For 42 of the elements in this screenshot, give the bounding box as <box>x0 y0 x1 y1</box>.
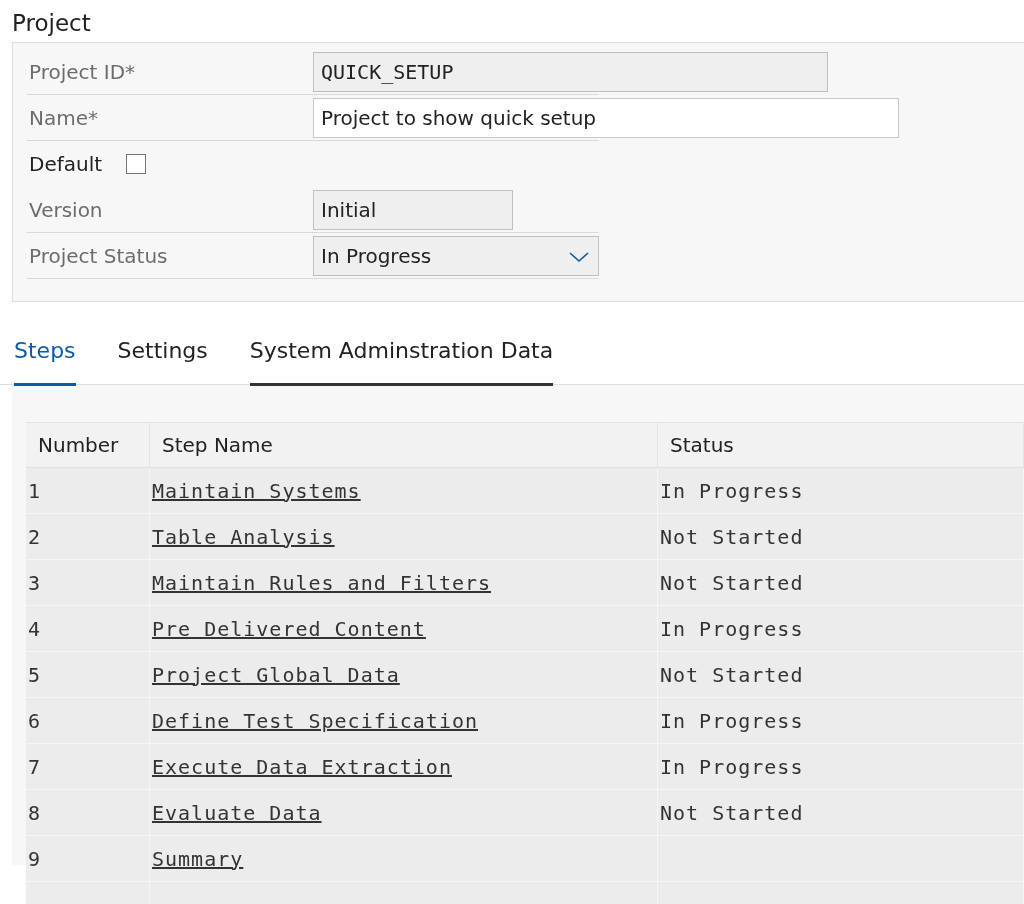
chevron-down-icon[interactable] <box>568 250 590 264</box>
checkbox[interactable] <box>126 154 147 174</box>
table-cell: 5 <box>26 652 150 698</box>
table-cell: Not Started <box>658 790 1024 836</box>
table-cell: Not Started <box>658 652 1024 698</box>
step-link[interactable]: Maintain Systems <box>152 478 361 503</box>
table-cell: 3 <box>26 560 150 606</box>
step-link[interactable]: Summary <box>152 846 244 871</box>
step-link[interactable]: Define Test Specification <box>152 708 479 733</box>
section-title: Project <box>11 9 92 38</box>
table-cell: In Progress <box>658 744 1024 790</box>
table-cell: In Progress <box>658 606 1024 652</box>
field-label: Project ID* <box>28 59 137 84</box>
step-link[interactable]: Evaluate Data <box>152 800 322 825</box>
table-cell: 4 <box>26 606 150 652</box>
step-link[interactable]: Maintain Rules and Filters <box>152 570 492 595</box>
select-field[interactable]: In Progress <box>313 236 599 276</box>
table-cell: 7 <box>26 744 150 790</box>
table-cell: 9 <box>26 836 150 882</box>
input-field[interactable]: Project to show quick setup <box>313 98 899 138</box>
step-link[interactable]: Table Analysis <box>152 524 335 549</box>
field-label: Version <box>28 197 104 222</box>
table-cell: In Progress <box>658 698 1024 744</box>
input-field[interactable]: Initial <box>313 190 513 230</box>
field-label: Project Status <box>28 243 169 268</box>
field-label: Default <box>28 152 103 176</box>
step-link[interactable]: Project Global Data <box>152 662 400 687</box>
input-field[interactable]: QUICK_SETUP <box>313 52 828 92</box>
table-cell: 8 <box>26 790 150 836</box>
table-cell: 6 <box>26 698 150 744</box>
table-cell: Not Started <box>658 514 1024 560</box>
step-link[interactable]: Pre Delivered Content <box>152 616 426 641</box>
table-cell: 1 <box>26 468 150 514</box>
step-link[interactable]: Execute Data Extraction <box>152 754 452 779</box>
column-header: Step Name <box>150 422 658 468</box>
column-header: Status <box>658 422 1024 468</box>
table-cell: 2 <box>26 514 150 560</box>
field-label: Name* <box>28 105 99 130</box>
table-cell: Not Started <box>658 560 1024 606</box>
tab[interactable]: Settings <box>117 338 208 386</box>
table-cell: In Progress <box>658 468 1024 514</box>
column-header: Number <box>26 422 150 468</box>
